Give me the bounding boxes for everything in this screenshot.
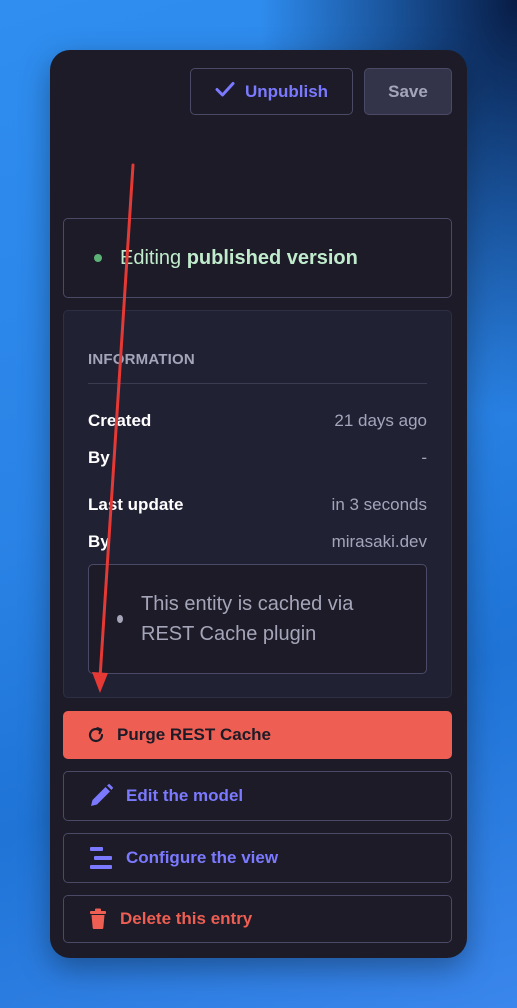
info-row-updated-by: By mirasaki.dev: [88, 532, 427, 552]
edit-view-sidebar-panel: Unpublish Save Editing published version…: [50, 50, 467, 958]
unpublish-button[interactable]: Unpublish: [190, 68, 353, 115]
cache-notice-text: This entity is cached via REST Cache plu…: [141, 593, 354, 645]
pencil-icon: [88, 783, 114, 809]
cache-notice: This entity is cached via REST Cache plu…: [88, 564, 427, 674]
layout-icon: [88, 845, 114, 871]
refresh-icon: [87, 726, 105, 744]
info-value: in 3 seconds: [331, 495, 427, 514]
toolbar: Unpublish Save: [190, 68, 452, 115]
status-state: published version: [186, 246, 358, 269]
info-row-created: Created 21 days ago: [88, 411, 427, 431]
information-panel: INFORMATION Created 21 days ago By - Las…: [63, 310, 452, 698]
info-label: By: [88, 532, 110, 551]
delete-entry-button[interactable]: Delete this entry: [63, 895, 452, 943]
info-row-last-update: Last update in 3 seconds: [88, 495, 427, 515]
edit-model-label: Edit the model: [126, 786, 244, 805]
status-text: Editing published version: [120, 247, 358, 270]
edit-status-box: Editing published version: [63, 218, 452, 298]
configure-view-label: Configure the view: [126, 848, 279, 867]
configure-the-view-button[interactable]: Configure the view: [63, 833, 452, 883]
check-icon: [215, 81, 235, 102]
info-label: Created: [88, 411, 152, 430]
info-row-created-by: By -: [88, 448, 427, 468]
status-dot-icon: [94, 254, 102, 262]
trash-icon: [88, 908, 108, 930]
purge-rest-cache-button[interactable]: Purge REST Cache: [63, 711, 452, 759]
info-value: 21 days ago: [334, 411, 427, 430]
info-label: By: [88, 448, 110, 467]
save-button[interactable]: Save: [364, 68, 452, 115]
information-heading: INFORMATION: [88, 351, 195, 368]
info-value: -: [421, 448, 427, 467]
unpublish-label: Unpublish: [244, 81, 329, 101]
info-label: Last update: [88, 495, 184, 514]
edit-the-model-button[interactable]: Edit the model: [63, 771, 452, 821]
information-divider: [88, 383, 427, 384]
status-prefix: Editing: [120, 246, 182, 269]
cache-status-dot-icon: [117, 615, 123, 623]
save-label: Save: [388, 81, 428, 101]
purge-label: Purge REST Cache: [117, 725, 271, 744]
delete-entry-label: Delete this entry: [120, 909, 253, 928]
info-value: mirasaki.dev: [331, 532, 427, 551]
